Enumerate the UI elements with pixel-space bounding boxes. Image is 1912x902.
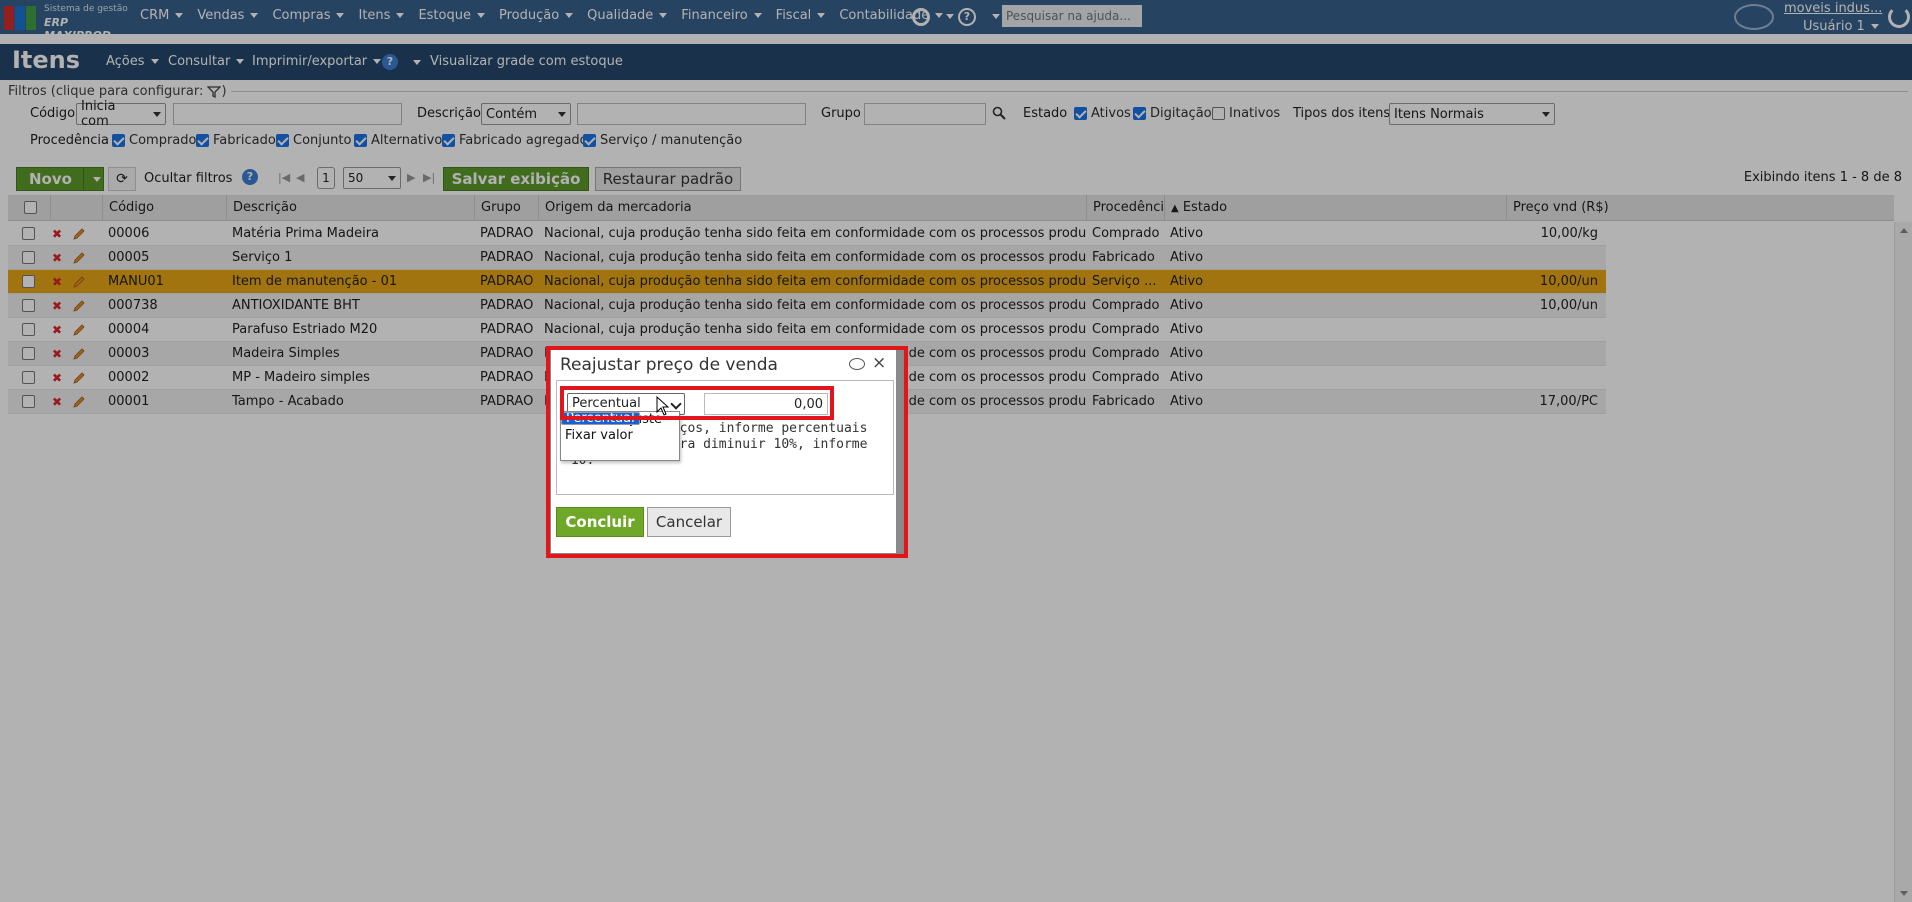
mouse-cursor-icon [656, 396, 670, 416]
modal-overlay [0, 0, 1912, 902]
highlight-dialog [546, 346, 908, 558]
